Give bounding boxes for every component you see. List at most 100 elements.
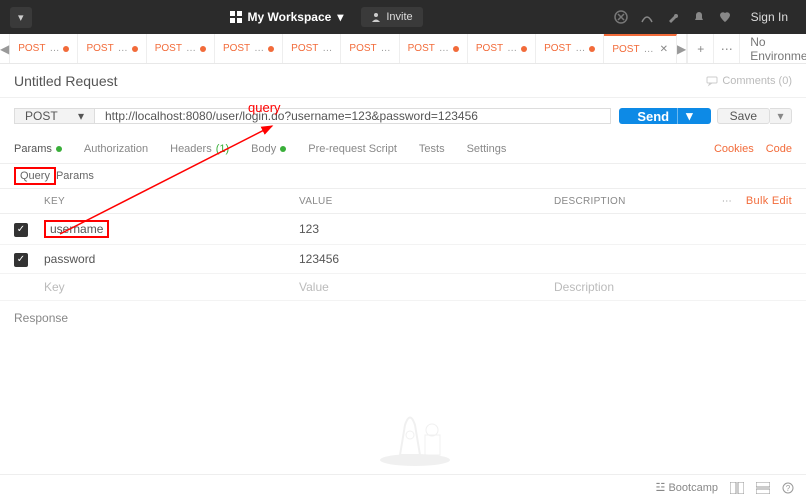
tab-options-button[interactable]: ⋯: [713, 34, 739, 63]
request-tabs: Params Authorization Headers (1) Body Pr…: [0, 134, 806, 164]
dot-indicator: [56, 146, 62, 152]
tab-settings[interactable]: Settings: [467, 143, 507, 155]
send-caret-icon[interactable]: ▾: [677, 108, 693, 124]
unsaved-dot-icon: [200, 46, 206, 52]
params-row: ✓ username 123: [0, 214, 806, 245]
request-title[interactable]: Untitled Request: [14, 73, 118, 89]
panes-bottom-icon[interactable]: [756, 482, 770, 494]
tab-method: POST: [544, 43, 571, 54]
close-tab-icon[interactable]: ✕: [660, 44, 668, 55]
request-tab[interactable]: POST …: [283, 34, 341, 63]
comments-button[interactable]: Comments (0): [706, 75, 792, 87]
url-bar: POST ▾ http://localhost:8080/user/login.…: [0, 98, 806, 134]
caret-down-icon: ▾: [337, 10, 343, 24]
tab-ellipsis: …: [439, 43, 449, 54]
checkbox[interactable]: ✓: [14, 253, 28, 267]
unsaved-dot-icon: [132, 46, 138, 52]
dot-indicator: [280, 146, 286, 152]
params-row-placeholder[interactable]: Key Value Description: [0, 274, 806, 301]
tab-ellipsis: …: [49, 43, 59, 54]
placeholder-value[interactable]: Value: [299, 280, 554, 294]
request-tab[interactable]: POST …: [10, 34, 78, 63]
svg-text:?: ?: [786, 484, 791, 493]
tab-method: POST: [223, 43, 250, 54]
grid-icon: [230, 11, 242, 23]
plus-icon: ▾: [18, 11, 24, 24]
param-value-cell[interactable]: 123: [299, 222, 554, 236]
tab-method: POST: [349, 43, 376, 54]
save-button[interactable]: Save: [717, 108, 770, 124]
help-icon[interactable]: ?: [782, 482, 794, 494]
panes-icon[interactable]: [730, 482, 744, 494]
invite-button[interactable]: Invite: [361, 7, 422, 27]
request-tab[interactable]: POST …: [341, 34, 399, 63]
new-button[interactable]: ▾: [10, 7, 32, 28]
signin-button[interactable]: Sign In: [743, 6, 796, 28]
method-selector[interactable]: POST ▾: [14, 108, 94, 124]
cookies-link[interactable]: Cookies: [714, 143, 754, 155]
tab-scroll-left[interactable]: ◀: [0, 34, 10, 63]
tab-ellipsis: …: [254, 43, 264, 54]
tab-body[interactable]: Body: [251, 143, 286, 155]
request-tab[interactable]: POST …: [147, 34, 215, 63]
tab-tests[interactable]: Tests: [419, 143, 445, 155]
param-value-cell[interactable]: 123456: [299, 252, 554, 266]
checkbox[interactable]: ✓: [14, 223, 28, 237]
method-label: POST: [25, 109, 58, 123]
tab-params[interactable]: Params: [14, 143, 62, 155]
request-tab[interactable]: POST…: [468, 34, 536, 63]
send-label: Send: [637, 109, 669, 124]
request-tab[interactable]: POST …: [215, 34, 283, 63]
save-caret-button[interactable]: ▾: [770, 108, 792, 124]
param-key-cell[interactable]: password: [44, 252, 299, 266]
tab-ellipsis: …: [118, 43, 128, 54]
ellipsis-icon[interactable]: ⋯: [692, 196, 732, 207]
tab-scroll-right[interactable]: ▶: [677, 34, 687, 63]
bootcamp-icon: ☳: [656, 482, 666, 494]
unsaved-dot-icon: [63, 46, 69, 52]
bootcamp-button[interactable]: ☳ Bootcamp: [656, 481, 718, 494]
url-input[interactable]: http://localhost:8080/user/login.do?user…: [94, 108, 611, 124]
status-bar: ☳ Bootcamp ?: [0, 474, 806, 500]
tab-ellipsis: …: [322, 43, 332, 54]
tab-method: POST: [291, 43, 318, 54]
tab-prerequest[interactable]: Pre-request Script: [308, 143, 397, 155]
new-tab-button[interactable]: +: [687, 34, 713, 63]
invite-label: Invite: [386, 11, 412, 23]
code-link[interactable]: Code: [766, 143, 792, 155]
tab-method: POST: [18, 43, 45, 54]
tab-ellipsis: …: [186, 43, 196, 54]
app-header: ▾ My Workspace ▾ Invite Sign In: [0, 0, 806, 34]
params-table-header: KEY VALUE DESCRIPTION ⋯ Bulk Edit: [0, 188, 806, 214]
tab-headers[interactable]: Headers (1): [170, 143, 229, 155]
workspace-selector[interactable]: My Workspace ▾: [222, 6, 352, 28]
bell-icon[interactable]: [691, 9, 707, 25]
sync-icon[interactable]: [613, 9, 629, 25]
send-button[interactable]: Send ▾: [619, 108, 710, 124]
param-key-cell[interactable]: username: [44, 220, 299, 238]
satellite-icon[interactable]: [639, 9, 655, 25]
tab-authorization[interactable]: Authorization: [84, 143, 148, 155]
request-tab[interactable]: POST … ✕: [604, 34, 677, 63]
workspace-label: My Workspace: [248, 10, 332, 24]
wrench-icon[interactable]: [665, 9, 681, 25]
bulk-edit-link[interactable]: Bulk Edit: [732, 195, 792, 207]
heart-icon[interactable]: [717, 9, 733, 25]
comment-icon: [706, 75, 718, 87]
comments-label: Comments (0): [722, 75, 792, 87]
tab-ellipsis: …: [644, 44, 654, 55]
placeholder-key[interactable]: Key: [44, 280, 299, 294]
request-tab[interactable]: POST…: [536, 34, 604, 63]
request-title-row: Untitled Request Comments (0): [0, 64, 806, 98]
tab-method: POST: [476, 43, 503, 54]
request-tab[interactable]: POST…: [400, 34, 468, 63]
header-key: KEY: [44, 196, 299, 207]
tab-ellipsis: …: [381, 43, 391, 54]
tab-method: POST: [612, 44, 639, 55]
environment-selector[interactable]: No Environment: [740, 35, 806, 63]
request-tab[interactable]: POST…: [78, 34, 146, 63]
placeholder-description[interactable]: Description: [554, 280, 792, 294]
query-params-heading: QueryParams: [0, 164, 806, 188]
tab-method: POST: [155, 43, 182, 54]
tab-strip: ◀ POST…POST…POST…POST…POST…POST…POST…POS…: [0, 34, 806, 64]
